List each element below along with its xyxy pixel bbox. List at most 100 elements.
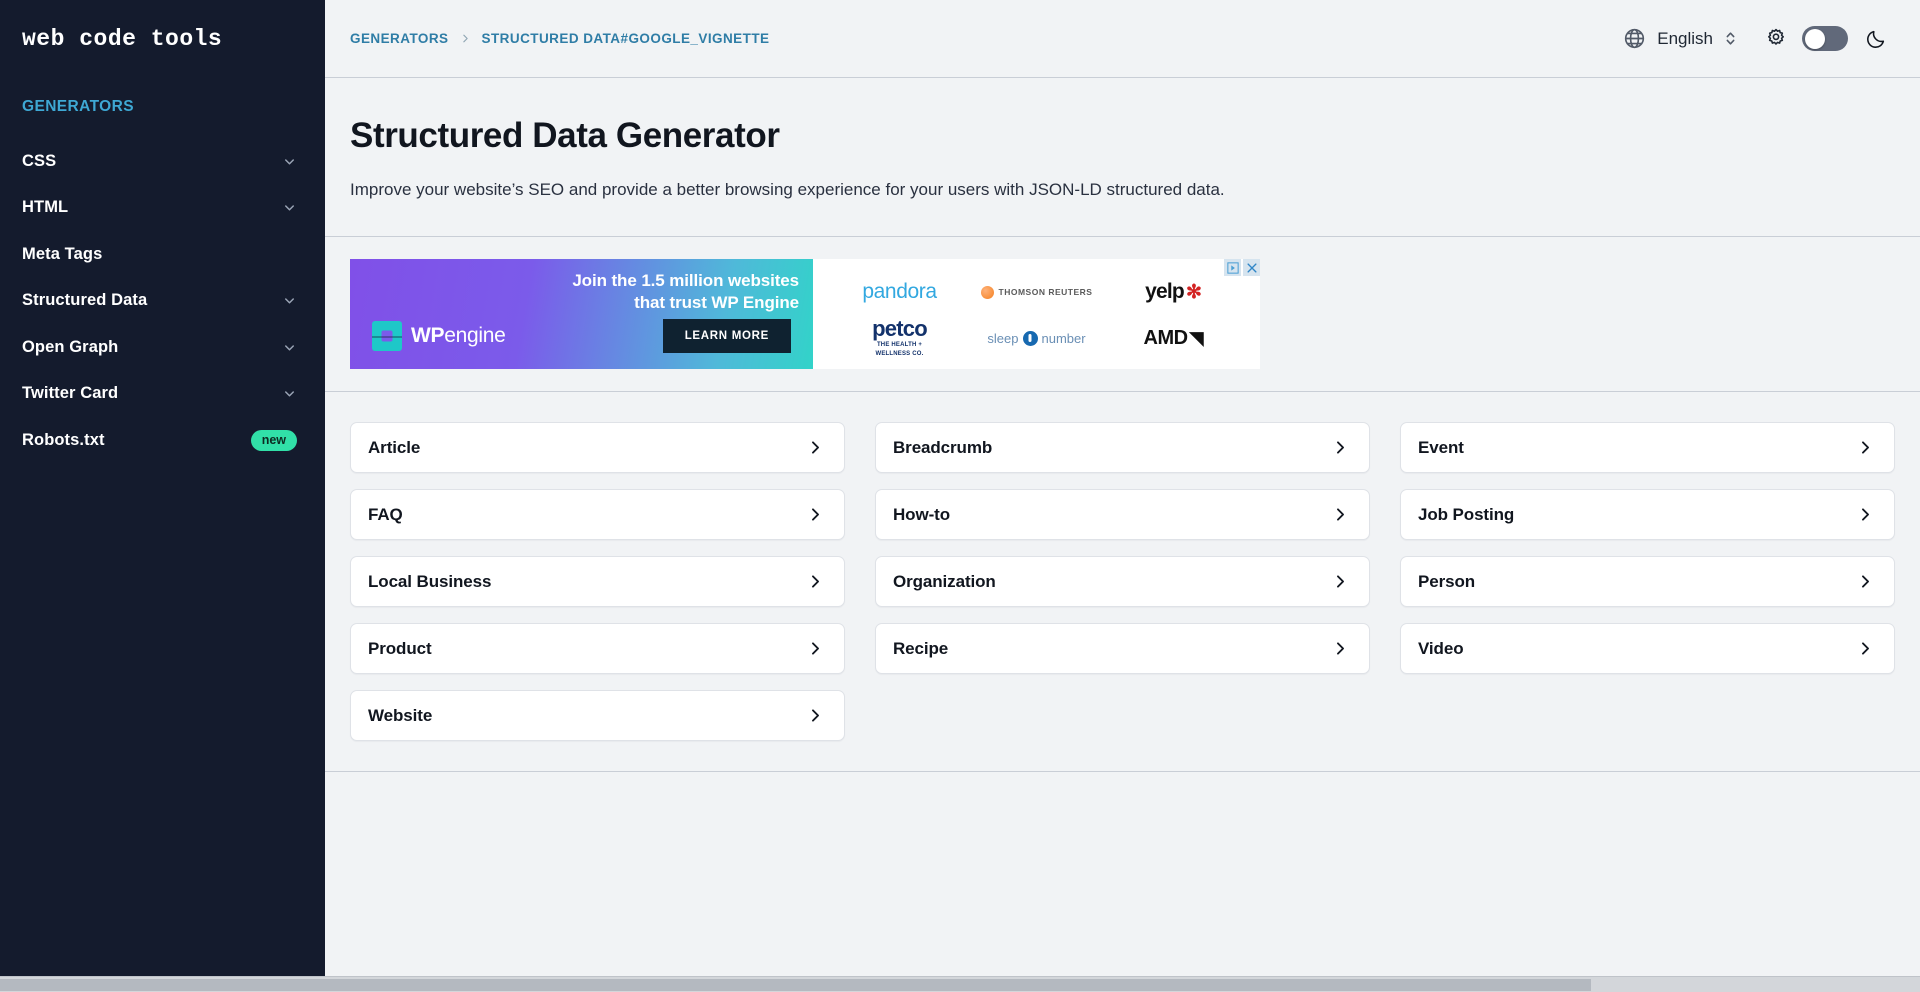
sidebar-item-css[interactable]: CSS bbox=[0, 138, 325, 185]
chevron-right-icon bbox=[807, 707, 824, 724]
card-label: Organization bbox=[893, 571, 996, 591]
ad-headline-line1: Join the 1.5 million websites bbox=[572, 271, 799, 291]
ad-creative-panel[interactable]: Join the 1.5 million websites that trust… bbox=[350, 259, 813, 370]
chevron-right-icon bbox=[1857, 573, 1874, 590]
status-badge-new: new bbox=[250, 429, 297, 451]
sidebar-item-label: CSS bbox=[22, 151, 57, 170]
ad-headline-line2: that trust WP Engine bbox=[634, 292, 799, 312]
generator-card-video[interactable]: Video bbox=[1400, 623, 1895, 675]
petco-wordmark: petco bbox=[872, 315, 927, 341]
petco-tagline-line1: THE HEALTH + bbox=[876, 341, 923, 348]
advertisement-banner[interactable]: Join the 1.5 million websites that trust… bbox=[350, 259, 1260, 370]
chevron-right-icon bbox=[1857, 640, 1874, 657]
sidebar-nav: GENERATORS CSS HTML Meta Tags Structured… bbox=[0, 98, 325, 464]
sidebar: web code tools GENERATORS CSS HTML Meta … bbox=[0, 0, 325, 992]
card-label: FAQ bbox=[368, 504, 403, 524]
generator-card-recipe[interactable]: Recipe bbox=[875, 623, 1370, 675]
card-label: Website bbox=[368, 705, 433, 725]
petco-tagline-line2: WELLNESS CO. bbox=[875, 351, 924, 358]
generator-types-section: Article Breadcrumb Event FAQ How-to Job … bbox=[325, 392, 1920, 773]
page-subtitle: Improve your website’s SEO and provide a… bbox=[350, 180, 1225, 200]
generator-card-article[interactable]: Article bbox=[350, 422, 845, 474]
sidebar-item-html[interactable]: HTML bbox=[0, 185, 325, 232]
scrollbar-thumb[interactable] bbox=[0, 979, 1591, 991]
chevron-right-icon bbox=[1857, 506, 1874, 523]
generator-card-local-business[interactable]: Local Business bbox=[350, 556, 845, 608]
logo-pandora: pandora bbox=[862, 280, 937, 304]
card-label: Video bbox=[1418, 638, 1464, 658]
wp-engine-wordmark: WPengine bbox=[411, 324, 511, 348]
sidebar-item-label: Twitter Card bbox=[22, 384, 119, 403]
brand-logo[interactable]: web code tools bbox=[0, 0, 325, 52]
generator-card-website[interactable]: Website bbox=[350, 690, 845, 742]
card-label: Article bbox=[368, 437, 421, 457]
page-header: Structured Data Generator Improve your w… bbox=[325, 78, 1920, 238]
logo-sleep-number: sleep number bbox=[987, 330, 1086, 346]
language-selector[interactable]: English bbox=[1623, 27, 1737, 50]
sidebar-section-generators: GENERATORS bbox=[22, 98, 134, 115]
card-label: Job Posting bbox=[1418, 504, 1515, 524]
sidebar-item-meta-tags[interactable]: Meta Tags bbox=[0, 231, 325, 278]
amd-arrow-icon: ◥ bbox=[1189, 328, 1204, 349]
topbar: GENERATORS STRUCTURED DATA#GOOGLE_VIGNET… bbox=[325, 0, 1920, 78]
chevron-right-icon bbox=[460, 33, 471, 44]
close-icon[interactable] bbox=[1243, 259, 1260, 277]
chevron-down-icon[interactable] bbox=[282, 154, 297, 169]
generator-card-faq[interactable]: FAQ bbox=[350, 489, 845, 541]
generator-card-product[interactable]: Product bbox=[350, 623, 845, 675]
globe-icon bbox=[1623, 27, 1646, 50]
card-label: Person bbox=[1418, 571, 1476, 591]
chevron-right-icon bbox=[807, 506, 824, 523]
sidebar-item-robots-txt[interactable]: Robots.txt new bbox=[0, 417, 325, 464]
chevron-right-icon bbox=[1857, 439, 1874, 456]
chevron-right-icon bbox=[807, 640, 824, 657]
generator-card-organization[interactable]: Organization bbox=[875, 556, 1370, 608]
sidebar-item-label: HTML bbox=[22, 198, 69, 217]
amd-wordmark: AMD bbox=[1143, 326, 1189, 349]
sidebar-item-label: Robots.txt bbox=[22, 430, 105, 449]
chevron-down-icon[interactable] bbox=[282, 340, 297, 355]
chevron-down-icon[interactable] bbox=[282, 200, 297, 215]
wp-engine-logo: WPengine bbox=[372, 321, 511, 352]
moon-icon[interactable] bbox=[1864, 27, 1888, 51]
sidebar-item-twitter-card[interactable]: Twitter Card bbox=[0, 371, 325, 418]
breadcrumb-item-generators[interactable]: GENERATORS bbox=[350, 31, 449, 46]
breadcrumb: GENERATORS STRUCTURED DATA#GOOGLE_VIGNET… bbox=[350, 31, 769, 46]
ad-client-logos: pandora THOMSON REUTERS yelp ✻ petco THE… bbox=[813, 259, 1260, 370]
chevron-right-icon bbox=[1332, 640, 1349, 657]
ad-brand-bold: WP bbox=[411, 324, 445, 348]
language-label: English bbox=[1657, 28, 1713, 48]
thomson-reuters-wordmark: THOMSON REUTERS bbox=[998, 287, 1093, 298]
breadcrumb-item-structured-data[interactable]: STRUCTURED DATA#GOOGLE_VIGNETTE bbox=[482, 31, 770, 46]
sleep-number-word-right: number bbox=[1041, 330, 1086, 346]
learn-more-button[interactable]: LEARN MORE bbox=[662, 319, 791, 354]
chevron-down-icon[interactable] bbox=[282, 293, 297, 308]
theme-toggle-switch[interactable] bbox=[1802, 26, 1848, 51]
yelp-burst-icon: ✻ bbox=[1185, 281, 1202, 303]
horizontal-scrollbar[interactable] bbox=[0, 976, 1920, 992]
chevron-right-icon bbox=[807, 439, 824, 456]
logo-thomson-reuters: THOMSON REUTERS bbox=[980, 285, 1093, 299]
generator-card-grid: Article Breadcrumb Event FAQ How-to Job … bbox=[350, 422, 1895, 742]
chevron-up-down-icon[interactable] bbox=[1724, 29, 1737, 48]
logo-amd: AMD ◥ bbox=[1144, 327, 1204, 350]
adchoices-icon[interactable] bbox=[1224, 259, 1241, 277]
main-content: GENERATORS STRUCTURED DATA#GOOGLE_VIGNET… bbox=[325, 0, 1920, 992]
ad-brand-light: engine bbox=[444, 324, 506, 348]
generator-card-how-to[interactable]: How-to bbox=[875, 489, 1370, 541]
generator-card-job-posting[interactable]: Job Posting bbox=[1400, 489, 1895, 541]
sidebar-item-open-graph[interactable]: Open Graph bbox=[0, 324, 325, 371]
generator-card-event[interactable]: Event bbox=[1400, 422, 1895, 474]
thomson-reuters-icon bbox=[980, 285, 994, 299]
sleep-number-word-left: sleep bbox=[987, 330, 1019, 346]
card-label: How-to bbox=[893, 504, 950, 524]
card-label: Product bbox=[368, 638, 432, 658]
generator-card-breadcrumb[interactable]: Breadcrumb bbox=[875, 422, 1370, 474]
sidebar-item-structured-data[interactable]: Structured Data bbox=[0, 278, 325, 325]
advertisement-zone: Join the 1.5 million websites that trust… bbox=[325, 237, 1920, 393]
chevron-down-icon[interactable] bbox=[282, 386, 297, 401]
sidebar-item-label: Open Graph bbox=[22, 337, 119, 356]
gear-icon[interactable] bbox=[1763, 26, 1789, 52]
sidebar-item-label: Meta Tags bbox=[22, 244, 103, 263]
generator-card-person[interactable]: Person bbox=[1400, 556, 1895, 608]
